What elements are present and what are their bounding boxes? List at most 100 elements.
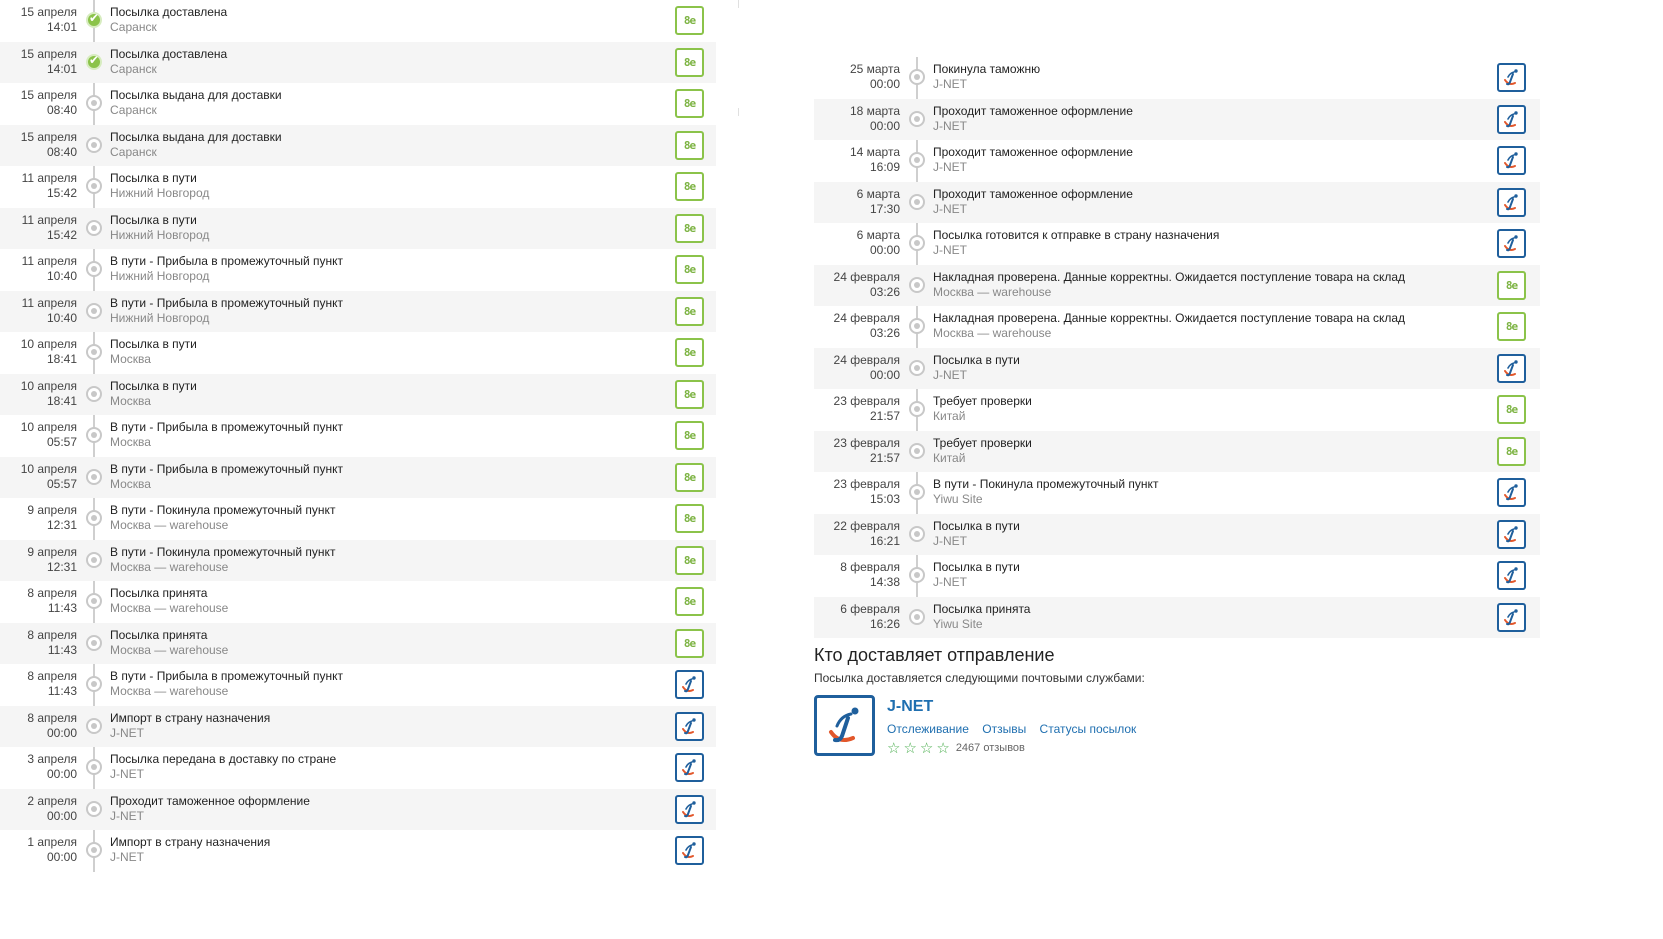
event-status: Посылка в пути	[933, 518, 1020, 533]
event-datetime: 9 апреля 12:31	[0, 545, 77, 575]
event-location: Москва	[110, 352, 151, 366]
timeline-dot-icon	[86, 842, 102, 858]
boxberry-logo-icon[interactable]: 8e	[1497, 270, 1526, 300]
jnet-logo-icon[interactable]	[1497, 229, 1526, 258]
event-status: Посылка доставлена	[110, 46, 228, 61]
tracking-event-row: 8 февраля 14:38 Посылка в пути J-NET	[814, 555, 1540, 597]
boxberry-logo-icon[interactable]: 8e	[675, 172, 704, 201]
boxberry-logo-icon[interactable]: 8e	[675, 47, 704, 77]
event-datetime: 23 февраля 21:57	[814, 436, 900, 466]
boxberry-logo-icon[interactable]: 8e	[675, 462, 704, 492]
event-info: Покинула таможню J-NET	[933, 62, 1040, 92]
event-time: 17:30	[869, 201, 900, 216]
event-info: Посылка выдана для доставки Саранск	[110, 130, 282, 160]
carrier-name-link[interactable]: J-NET	[887, 698, 933, 716]
event-status: В пути - Покинула промежуточный пункт	[110, 544, 336, 559]
boxberry-logo-icon[interactable]: 8e	[675, 338, 704, 367]
tracking-event-row: 14 марта 16:09 Проходит таможенное оформле…	[814, 140, 1540, 182]
boxberry-logo-icon[interactable]: 8e	[675, 421, 704, 450]
carrier-rating: ☆ ☆ ☆ ☆ 2467 отзывов	[887, 739, 1025, 757]
tracking-link[interactable]: Отслеживание	[887, 722, 969, 736]
event-time: 12:31	[46, 518, 77, 532]
event-status: Посылка в пути	[110, 212, 197, 227]
event-info: В пути - Прибыла в промежуточный пункт Ни…	[110, 254, 343, 284]
boxberry-logo-icon[interactable]: 8e	[675, 89, 704, 118]
boxberry-logo-icon[interactable]: 8e	[1497, 436, 1526, 466]
event-status: Накладная проверена. Данные корректны. О…	[933, 269, 1406, 284]
tracking-timeline-right: 25 марта 00:00 Покинула таможню J-NET 18 мар…	[814, 57, 1540, 638]
event-date: 9 апреля	[27, 544, 77, 559]
boxberry-logo-icon[interactable]: 8e	[675, 213, 704, 243]
event-time: 14:01	[46, 61, 77, 76]
timeline-dot-icon	[909, 525, 925, 542]
event-date: 8 апреля	[27, 669, 77, 683]
jnet-logo-icon[interactable]	[1497, 602, 1526, 632]
jnet-logo-icon[interactable]	[1497, 561, 1526, 590]
boxberry-logo-icon[interactable]: 8e	[675, 296, 704, 326]
jnet-logo-icon[interactable]	[675, 753, 704, 782]
event-info: Требует проверки Китай	[933, 436, 1032, 466]
jnet-logo-icon[interactable]	[1497, 519, 1526, 549]
event-status: Требует проверки	[933, 394, 1032, 408]
timeline-dot-icon	[86, 427, 102, 443]
timeline-dot-icon	[909, 318, 925, 334]
review-count[interactable]: 2467 отзывов	[956, 742, 1025, 754]
boxberry-logo-icon[interactable]: 8e	[1497, 312, 1526, 341]
jnet-logo-icon[interactable]	[1497, 104, 1526, 134]
boxberry-logo-icon[interactable]: 8e	[675, 130, 704, 160]
event-info: Посылка в пути Нижний Новгород	[110, 213, 209, 243]
event-time: 00:00	[869, 243, 900, 257]
event-location: J-NET	[110, 850, 144, 864]
event-datetime: 8 апреля 11:43	[0, 628, 77, 658]
timeline-dot-icon	[86, 178, 102, 194]
jnet-logo-icon[interactable]	[675, 836, 704, 865]
boxberry-logo-icon[interactable]: 8e	[675, 379, 704, 409]
event-date: 11 апреля	[21, 171, 77, 185]
event-date: 24 февраля	[833, 311, 900, 325]
event-location: Саранск	[110, 20, 157, 34]
event-datetime: 15 апреля 14:01	[0, 47, 77, 77]
statuses-link[interactable]: Статусы посылок	[1040, 722, 1137, 736]
jnet-logo-icon[interactable]	[1497, 478, 1526, 507]
jnet-logo-icon[interactable]	[1497, 146, 1526, 175]
jnet-logo-icon[interactable]	[675, 711, 704, 741]
boxberry-logo-icon[interactable]: 8e	[675, 6, 704, 35]
event-status: Посылка в пути	[933, 352, 1020, 367]
event-time: 21:57	[869, 409, 900, 423]
star-icon: ☆	[887, 739, 901, 757]
event-location: Yiwu Site	[933, 616, 983, 631]
boxberry-logo-icon[interactable]: 8e	[675, 255, 704, 284]
timeline-dot-icon	[909, 442, 925, 459]
event-info: Проходит таможенное оформление J-NET	[933, 187, 1133, 217]
boxberry-logo-icon[interactable]: 8e	[675, 587, 704, 616]
event-date: 6 марта	[856, 186, 900, 201]
event-info: Посылка готовится к отправке в страну на…	[933, 228, 1219, 258]
jnet-logo-icon[interactable]	[814, 695, 875, 756]
jnet-logo-icon[interactable]	[675, 794, 704, 824]
event-info: Посылка доставлена Саранск	[110, 5, 227, 35]
event-location: J-NET	[110, 808, 144, 823]
boxberry-logo-icon[interactable]: 8e	[675, 504, 704, 533]
jnet-logo-icon[interactable]	[1497, 187, 1526, 217]
event-time: 18:41	[46, 352, 77, 366]
event-location: J-NET	[933, 243, 967, 257]
event-date: 18 марта	[849, 103, 900, 118]
boxberry-logo-icon[interactable]: 8e	[675, 628, 704, 658]
event-datetime: 14 марта 16:09	[814, 145, 900, 175]
event-date: 22 февраля	[833, 518, 900, 533]
boxberry-logo-icon[interactable]: 8e	[675, 545, 704, 575]
event-date: 10 апреля	[20, 461, 77, 476]
event-status: Проходит таможенное оформление	[933, 103, 1133, 118]
timeline-dot-icon	[86, 261, 102, 277]
jnet-logo-icon[interactable]	[1497, 63, 1526, 92]
tracking-event-row: 11 апреля 10:40 В пути - Прибыла в промежу…	[0, 249, 716, 291]
event-date: 2 апреля	[27, 793, 77, 808]
boxberry-logo-icon[interactable]: 8e	[1497, 395, 1526, 424]
carrier-section: Кто доставляет отправление Посылка доста…	[814, 643, 1540, 757]
jnet-logo-icon[interactable]	[675, 670, 704, 699]
event-info: Посылка доставлена Саранск	[110, 47, 227, 77]
jnet-logo-icon[interactable]	[1497, 353, 1526, 383]
event-location: Москва	[110, 435, 151, 449]
reviews-link[interactable]: Отзывы	[982, 722, 1026, 736]
timeline-dot-icon	[909, 276, 925, 293]
